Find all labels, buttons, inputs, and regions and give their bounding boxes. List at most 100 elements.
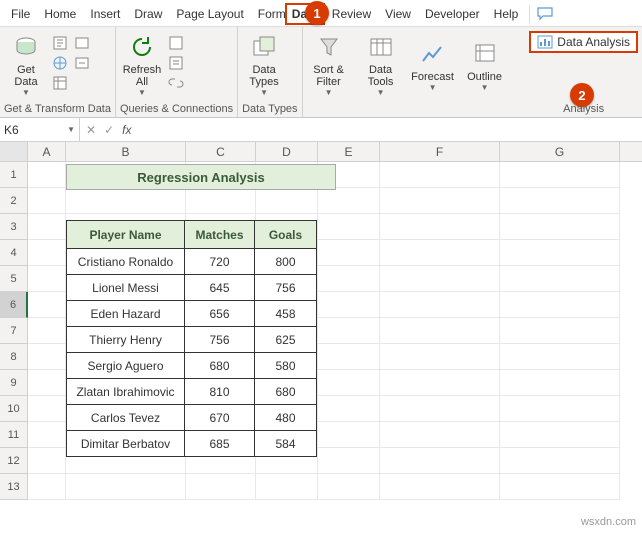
cell[interactable] (380, 318, 500, 344)
tab-view[interactable]: View (378, 3, 418, 25)
cell-goals[interactable]: 800 (255, 249, 317, 275)
select-all-corner[interactable] (0, 142, 28, 161)
cell[interactable] (318, 214, 380, 240)
forecast-button[interactable]: Forecast ▼ (411, 31, 455, 97)
cell[interactable] (318, 396, 380, 422)
row-header[interactable]: 2 (0, 188, 28, 214)
cell-goals[interactable]: 680 (255, 379, 317, 405)
cell[interactable] (500, 266, 620, 292)
cell-player-name[interactable]: Lionel Messi (67, 275, 185, 301)
row-header[interactable]: 1 (0, 162, 28, 188)
tab-formulas[interactable]: Formulas (251, 3, 285, 25)
cell[interactable] (380, 448, 500, 474)
comments-icon[interactable] (529, 5, 553, 23)
queries-icon[interactable] (168, 35, 186, 53)
cell[interactable] (28, 448, 66, 474)
data-tools-button[interactable]: Data Tools ▼ (359, 31, 403, 97)
row-header[interactable]: 8 (0, 344, 28, 370)
cell-goals[interactable]: 584 (255, 431, 317, 457)
cell[interactable] (186, 188, 256, 214)
cell-goals[interactable]: 458 (255, 301, 317, 327)
get-data-button[interactable]: Get Data ▼ (4, 31, 48, 97)
tab-home[interactable]: Home (37, 3, 83, 25)
cell[interactable] (28, 292, 66, 318)
cancel-icon[interactable]: ✕ (86, 123, 96, 137)
cell[interactable] (380, 474, 500, 500)
cell[interactable] (500, 422, 620, 448)
cell-goals[interactable]: 625 (255, 327, 317, 353)
cell-matches[interactable]: 680 (185, 353, 255, 379)
row-header[interactable]: 10 (0, 396, 28, 422)
cell[interactable] (380, 422, 500, 448)
fx-icon[interactable]: fx (122, 123, 131, 137)
row-header[interactable]: 11 (0, 422, 28, 448)
cell-player-name[interactable]: Thierry Henry (67, 327, 185, 353)
cell[interactable] (318, 292, 380, 318)
cell[interactable] (318, 266, 380, 292)
refresh-all-button[interactable]: Refresh All ▼ (120, 31, 164, 97)
row-header[interactable]: 7 (0, 318, 28, 344)
row-header[interactable]: 13 (0, 474, 28, 500)
cell[interactable] (28, 422, 66, 448)
cell[interactable] (28, 240, 66, 266)
col-header[interactable]: F (380, 142, 500, 161)
row-header[interactable]: 6 (0, 292, 28, 318)
cell[interactable] (28, 162, 66, 188)
row-header[interactable]: 12 (0, 448, 28, 474)
cell-matches[interactable]: 810 (185, 379, 255, 405)
cell[interactable] (318, 188, 380, 214)
recent-sources-icon[interactable] (74, 35, 92, 53)
formula-input[interactable] (137, 118, 642, 141)
col-header[interactable]: A (28, 142, 66, 161)
cell[interactable] (28, 266, 66, 292)
cell[interactable] (318, 422, 380, 448)
cell[interactable] (380, 162, 500, 188)
cell[interactable] (500, 292, 620, 318)
cell[interactable] (380, 240, 500, 266)
cell[interactable] (380, 214, 500, 240)
cell[interactable] (28, 474, 66, 500)
cell[interactable] (380, 344, 500, 370)
cell-matches[interactable]: 685 (185, 431, 255, 457)
cell[interactable] (380, 396, 500, 422)
cell[interactable] (500, 318, 620, 344)
cell[interactable] (318, 318, 380, 344)
col-header[interactable]: G (500, 142, 620, 161)
cell[interactable] (380, 188, 500, 214)
cell[interactable] (500, 188, 620, 214)
cell[interactable] (318, 448, 380, 474)
tab-developer[interactable]: Developer (418, 3, 487, 25)
tab-file[interactable]: File (4, 3, 37, 25)
col-header[interactable]: B (66, 142, 186, 161)
enter-icon[interactable]: ✓ (104, 123, 114, 137)
col-header[interactable]: E (318, 142, 380, 161)
cell[interactable] (500, 344, 620, 370)
cell[interactable] (186, 474, 256, 500)
cell[interactable] (28, 214, 66, 240)
cell[interactable] (318, 474, 380, 500)
cell-matches[interactable]: 656 (185, 301, 255, 327)
cell-matches[interactable]: 720 (185, 249, 255, 275)
worksheet-grid[interactable]: A B C D E F G 12345678910111213 Regressi… (0, 142, 642, 532)
cell[interactable] (380, 370, 500, 396)
properties-icon[interactable] (168, 55, 186, 73)
from-table-icon[interactable] (52, 75, 70, 93)
tab-review[interactable]: Review (325, 3, 378, 25)
row-header[interactable]: 4 (0, 240, 28, 266)
cell[interactable] (500, 214, 620, 240)
row-header[interactable]: 3 (0, 214, 28, 240)
cell[interactable] (500, 162, 620, 188)
cell[interactable] (500, 448, 620, 474)
cell[interactable] (28, 188, 66, 214)
cell-player-name[interactable]: Dimitar Berbatov (67, 431, 185, 457)
cell-goals[interactable]: 580 (255, 353, 317, 379)
cell-goals[interactable]: 480 (255, 405, 317, 431)
cell-matches[interactable]: 756 (185, 327, 255, 353)
cell[interactable] (500, 370, 620, 396)
cell[interactable] (500, 240, 620, 266)
cell[interactable] (318, 344, 380, 370)
tab-help[interactable]: Help (487, 3, 526, 25)
cell[interactable] (380, 266, 500, 292)
cell[interactable] (500, 474, 620, 500)
from-text-icon[interactable] (52, 35, 70, 53)
